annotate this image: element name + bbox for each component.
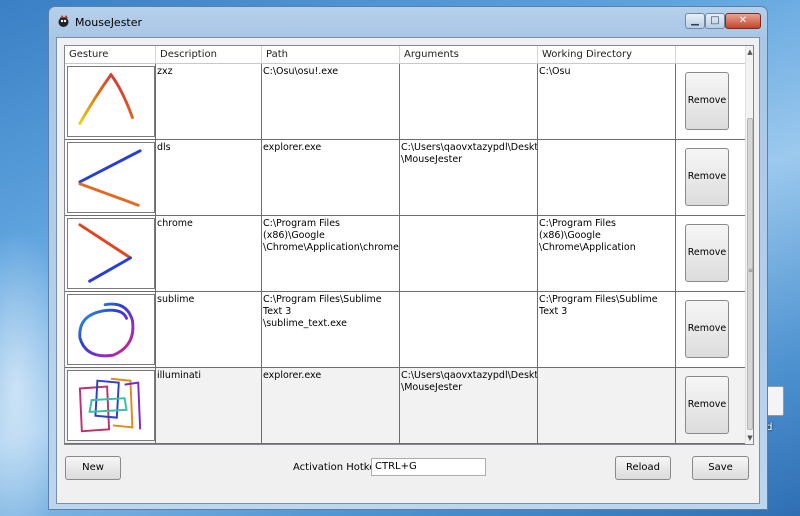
- table-row[interactable]: chrome C:\Program Files (x86)\Google \Ch…: [65, 216, 745, 292]
- working-directory-cell: [538, 140, 676, 215]
- description-cell: sublime: [156, 292, 262, 367]
- remove-button[interactable]: Remove: [685, 148, 729, 206]
- table-row[interactable]: illuminati explorer.exe C:\Users\qaovxta…: [65, 368, 745, 444]
- description-cell: zxz: [156, 64, 262, 139]
- path-cell: C:\Osu\osu!.exe: [262, 64, 400, 139]
- description-cell: chrome: [156, 216, 262, 291]
- arguments-cell: C:\Users\qaovxtazypdl\Desktop \MouseJest…: [400, 368, 538, 443]
- gesture-cell: [65, 140, 156, 215]
- mousejester-window: MouseJester ▁ □ ✕ Gesture Description Pa…: [48, 6, 768, 510]
- new-button[interactable]: New: [65, 456, 121, 480]
- maximize-icon: □: [710, 15, 720, 26]
- vertical-scrollbar[interactable]: ▲ ≡ ▼: [745, 46, 753, 444]
- scrollbar-thumb[interactable]: ≡: [747, 118, 753, 430]
- grip-icon: ≡: [748, 267, 754, 274]
- close-button[interactable]: ✕: [725, 13, 761, 29]
- column-header-description[interactable]: Description: [156, 46, 262, 63]
- minimize-button[interactable]: ▁: [685, 13, 705, 29]
- arguments-cell: [400, 64, 538, 139]
- remove-button[interactable]: Remove: [685, 224, 729, 282]
- minimize-icon: ▁: [691, 15, 699, 26]
- description-cell: dls: [156, 140, 262, 215]
- remove-button[interactable]: Remove: [685, 300, 729, 358]
- path-cell: C:\Program Files\Sublime Text 3 \sublime…: [262, 292, 400, 367]
- gesture-cell: [65, 292, 156, 367]
- remove-button[interactable]: Remove: [685, 72, 729, 130]
- path-cell: explorer.exe: [262, 140, 400, 215]
- working-directory-cell: C:\Program Files\Sublime Text 3: [538, 292, 676, 367]
- gesture-drawing: [67, 370, 155, 441]
- working-directory-cell: [538, 368, 676, 443]
- working-directory-cell: C:\Program Files (x86)\Google \Chrome\Ap…: [538, 216, 676, 291]
- gesture-drawing: [67, 66, 155, 137]
- title-bar[interactable]: MouseJester ▁ □ ✕: [49, 7, 767, 37]
- save-button[interactable]: Save: [692, 456, 749, 480]
- gesture-drawing: [67, 294, 155, 365]
- arguments-cell: [400, 292, 538, 367]
- working-directory-cell: C:\Osu: [538, 64, 676, 139]
- column-header-path[interactable]: Path: [262, 46, 400, 63]
- gesture-cell: [65, 368, 156, 443]
- column-header-arguments[interactable]: Arguments: [400, 46, 538, 63]
- table-row[interactable]: dls explorer.exe C:\Users\qaovxtazypdl\D…: [65, 140, 745, 216]
- arguments-cell: [400, 216, 538, 291]
- column-header-working-directory[interactable]: Working Directory: [538, 46, 676, 63]
- window-client-area: Gesture Description Path Arguments Worki…: [56, 37, 760, 504]
- activation-hotkey-input[interactable]: CTRL+G: [371, 458, 486, 476]
- close-icon: ✕: [738, 15, 748, 26]
- arguments-cell: C:\Users\qaovxtazypdl\Desktop \MouseJest…: [400, 140, 538, 215]
- scroll-down-icon[interactable]: ▼: [746, 432, 753, 444]
- gesture-cell: [65, 216, 156, 291]
- app-icon: [58, 15, 69, 27]
- table-row[interactable]: sublime C:\Program Files\Sublime Text 3 …: [65, 292, 745, 368]
- path-cell: C:\Program Files (x86)\Google \Chrome\Ap…: [262, 216, 400, 291]
- window-title: MouseJester: [75, 16, 143, 29]
- remove-button[interactable]: Remove: [685, 376, 729, 434]
- gesture-drawing: [67, 218, 155, 289]
- path-cell: explorer.exe: [262, 368, 400, 443]
- column-header-gesture[interactable]: Gesture: [65, 46, 156, 63]
- activation-hotkey-label: Activation Hotkey: [293, 462, 382, 473]
- maximize-button[interactable]: □: [705, 13, 725, 29]
- scroll-up-icon[interactable]: ▲: [746, 46, 753, 58]
- gesture-drawing: [67, 142, 155, 213]
- gesture-grid: Gesture Description Path Arguments Worki…: [64, 45, 754, 445]
- description-cell: illuminati: [156, 368, 262, 443]
- grid-header: Gesture Description Path Arguments Worki…: [65, 46, 745, 64]
- gesture-cell: [65, 64, 156, 139]
- table-row[interactable]: zxz C:\Osu\osu!.exe C:\Osu Remove: [65, 64, 745, 140]
- reload-button[interactable]: Reload: [615, 456, 671, 480]
